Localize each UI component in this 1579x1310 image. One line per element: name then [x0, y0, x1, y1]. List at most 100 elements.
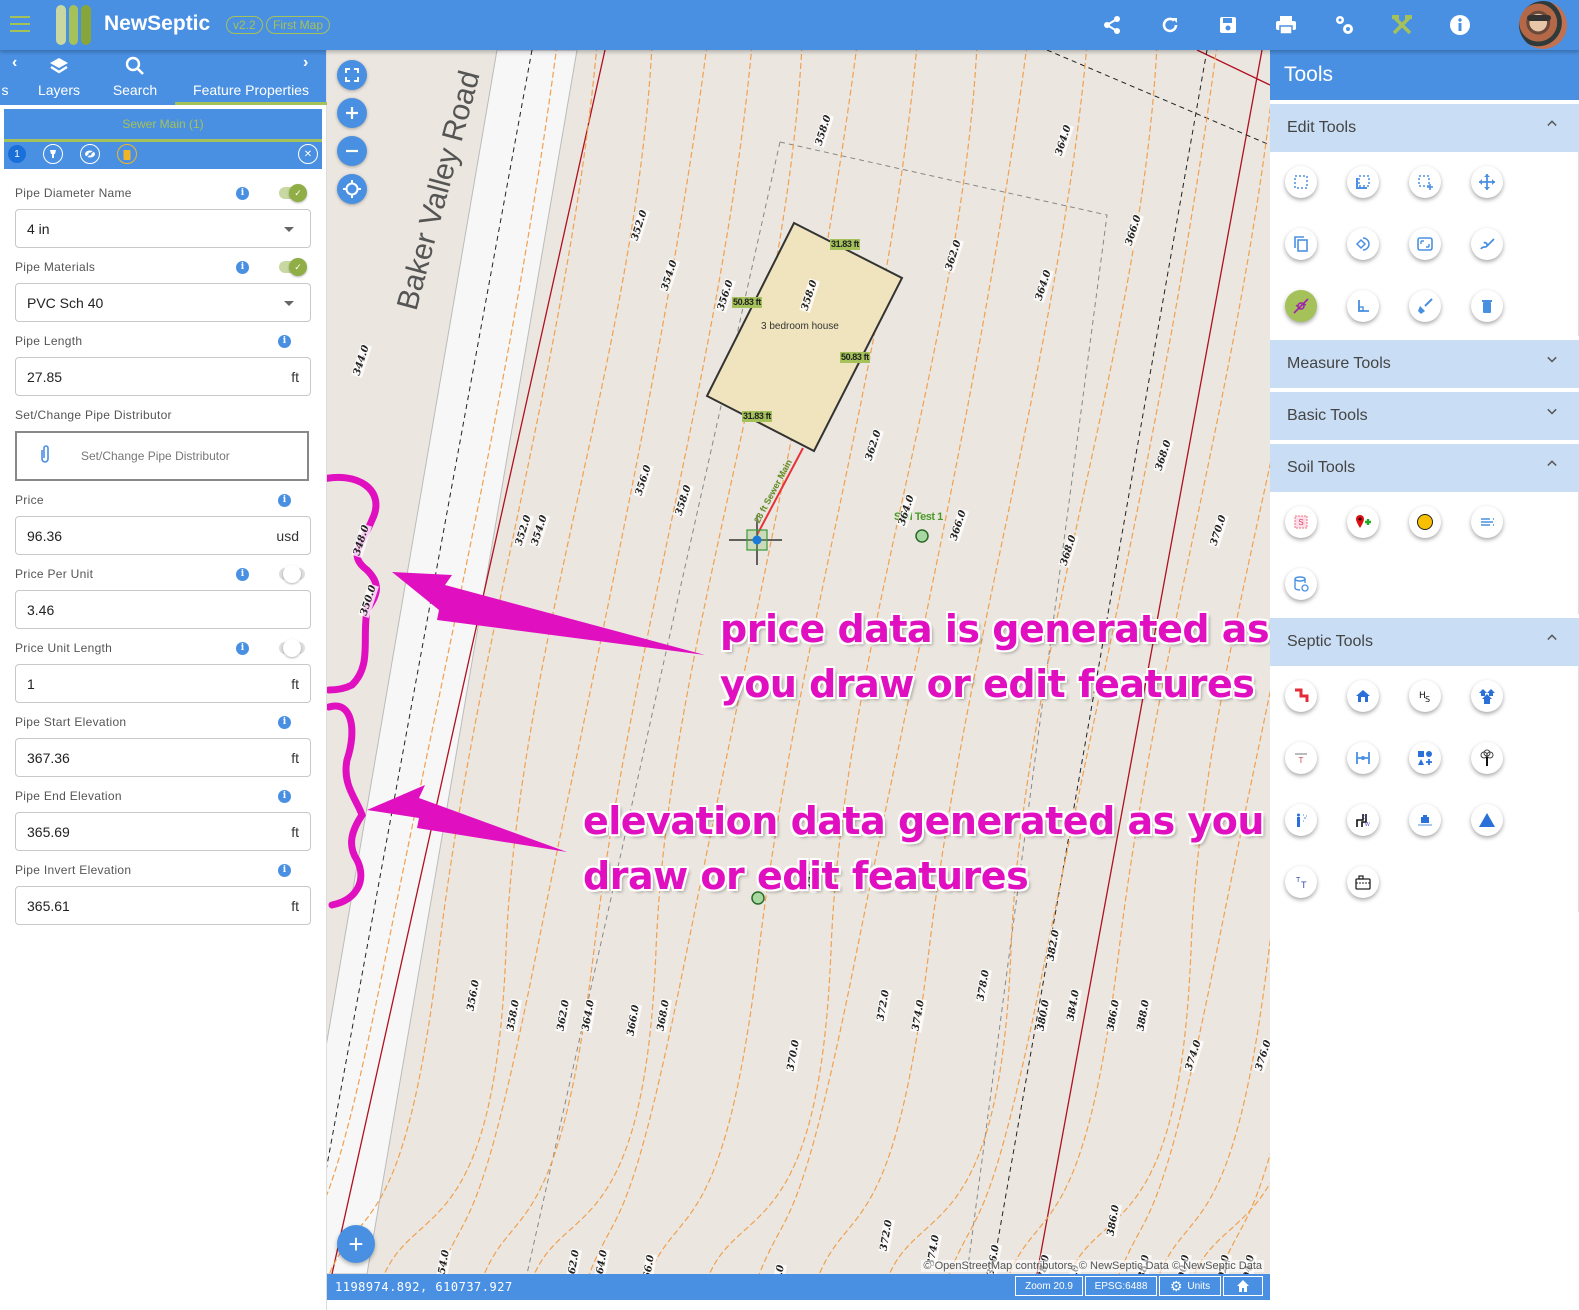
tab-partial[interactable]: s	[0, 50, 10, 105]
pipe-diameter-toggle[interactable]: ✓	[279, 184, 307, 202]
clean-water-tool-button[interactable]: CW	[1347, 804, 1379, 836]
tools-icon[interactable]	[1373, 0, 1431, 50]
distance-tool-button[interactable]	[1347, 742, 1379, 774]
pipe-invert-elevation-input[interactable]: 365.61 ft	[15, 886, 311, 925]
soil-database-tool-button[interactable]	[1285, 568, 1317, 600]
sprinkler-tool-button[interactable]	[1285, 804, 1317, 836]
units-button[interactable]: ⚙ Units	[1159, 1276, 1221, 1296]
pipe-start-elevation-input[interactable]: 367.36 ft	[15, 738, 311, 777]
info-icon[interactable]: i	[278, 863, 291, 877]
resize-tool-button[interactable]	[1409, 228, 1441, 260]
fullscreen-button[interactable]	[337, 60, 367, 90]
soil-area-tool-button[interactable]: S	[1285, 506, 1317, 538]
pipe-tool-button[interactable]	[1285, 680, 1317, 712]
tool-grid: S	[1270, 492, 1579, 614]
price-input[interactable]: 96.36 usd	[15, 516, 311, 555]
hs-tool-button[interactable]: HS	[1409, 680, 1441, 712]
settings-icon[interactable]	[1315, 0, 1373, 50]
right-angle-tool-button[interactable]	[1347, 290, 1379, 322]
info-icon[interactable]: i	[278, 334, 291, 348]
svg-text:W: W	[1365, 822, 1370, 828]
info-icon[interactable]: i	[236, 186, 249, 200]
add-select-tool-button[interactable]	[1409, 166, 1441, 198]
close-feature-icon[interactable]: ✕	[298, 144, 318, 164]
pipe-materials-select[interactable]: PVC Sch 40	[15, 283, 311, 322]
save-icon[interactable]	[1199, 0, 1257, 50]
map-canvas[interactable]: Baker Valley Road 3 bedroom house 31.83 …	[327, 50, 1270, 1274]
triangle-tool-button[interactable]	[1471, 804, 1503, 836]
tree-tool-button[interactable]	[1471, 742, 1503, 774]
paint-style-tool-button[interactable]	[1409, 290, 1441, 322]
split-line-tool-button[interactable]	[1285, 290, 1317, 322]
tabs-prev-arrow[interactable]: ‹	[12, 54, 17, 72]
select-box-tool-button[interactable]	[1285, 166, 1317, 198]
section-septic-tools[interactable]: Septic Tools	[1270, 618, 1579, 666]
tab-search[interactable]: Search	[106, 50, 164, 105]
price-unit-length-input[interactable]: 1 ft	[15, 664, 311, 703]
tab-feature-properties[interactable]: Feature Properties	[175, 50, 327, 105]
select-layer-tool-button[interactable]	[1347, 166, 1379, 198]
delete-tool-button[interactable]	[1471, 290, 1503, 322]
print-icon[interactable]	[1257, 0, 1315, 50]
chamber-tool-button[interactable]	[1347, 866, 1379, 898]
tank-tool-button[interactable]	[1409, 804, 1441, 836]
svg-text:T: T	[1301, 880, 1307, 890]
info-icon[interactable]: i	[236, 641, 249, 655]
epsg-button[interactable]: EPSG:6488	[1085, 1276, 1157, 1296]
zoom-in-button[interactable]	[337, 98, 367, 128]
soil-area-icon: S	[1294, 515, 1308, 529]
map-name-badge[interactable]: First Map	[266, 16, 331, 34]
info-icon[interactable]: i	[278, 789, 291, 803]
fullscreen-icon	[345, 68, 359, 82]
locate-button[interactable]	[337, 174, 367, 204]
zoom-level-button[interactable]: Zoom 20.9	[1015, 1276, 1083, 1296]
section-title: Septic Tools	[1287, 633, 1373, 650]
pipe-end-elevation-input[interactable]: 365.69 ft	[15, 812, 311, 851]
share-icon[interactable]	[1083, 0, 1141, 50]
map-attribution: © OpenStreetMap contributors. © NewSepti…	[921, 1260, 1264, 1272]
rotate-tool-button[interactable]	[1347, 228, 1379, 260]
home-icon	[1237, 1280, 1249, 1292]
delete-feature-icon[interactable]	[117, 144, 137, 164]
section-measure-tools[interactable]: Measure Tools	[1270, 340, 1579, 388]
pipe-diameter-select[interactable]: 4 in	[15, 209, 311, 248]
info-icon[interactable]	[1431, 0, 1489, 50]
price-unit-length-toggle[interactable]	[279, 639, 305, 657]
price-per-unit-toggle[interactable]	[279, 565, 305, 583]
house-tool-button[interactable]	[1347, 680, 1379, 712]
add-feature-button[interactable]: +	[337, 1225, 375, 1263]
add-marker-tool-button[interactable]	[1347, 506, 1379, 538]
home-button[interactable]	[1223, 1276, 1263, 1296]
text-tool-button[interactable]: TT	[1285, 866, 1317, 898]
shapes-tool-button[interactable]	[1409, 742, 1441, 774]
text-icon: TT	[1293, 874, 1309, 890]
multi-house-tool-button[interactable]	[1471, 680, 1503, 712]
edit-vertex-tool-button[interactable]	[1471, 228, 1503, 260]
price-per-unit-input[interactable]: 3.46	[15, 590, 311, 629]
hide-feature-icon[interactable]	[80, 144, 100, 164]
soil-list-tool-button[interactable]	[1471, 506, 1503, 538]
section-edit-tools[interactable]: Edit Tools	[1270, 104, 1579, 152]
section-soil-tools[interactable]: Soil Tools	[1270, 444, 1579, 492]
menu-icon[interactable]	[10, 16, 30, 32]
section-basic-tools[interactable]: Basic Tools	[1270, 392, 1579, 440]
pipe-materials-toggle[interactable]: ✓	[279, 258, 307, 276]
copy-tool-button[interactable]	[1285, 228, 1317, 260]
zoom-out-button[interactable]	[337, 136, 367, 166]
pipe-length-input[interactable]: 27.85 ft	[15, 357, 311, 396]
soil-circle-tool-button[interactable]	[1409, 506, 1441, 538]
info-icon[interactable]: i	[236, 567, 249, 581]
soil-database-icon	[1294, 576, 1309, 592]
info-icon[interactable]: i	[278, 715, 291, 729]
refresh-icon[interactable]	[1141, 0, 1199, 50]
info-icon[interactable]: i	[236, 260, 249, 274]
user-avatar[interactable]	[1519, 1, 1567, 49]
t-fitting-tool-button[interactable]: T	[1285, 742, 1317, 774]
move-tool-button[interactable]	[1471, 166, 1503, 198]
tab-layers[interactable]: Layers	[30, 50, 88, 105]
top-bar: NewSeptic v2.2 First Map	[0, 0, 1579, 50]
set-pipe-distributor-button[interactable]: Set/Change Pipe Distributor	[15, 431, 309, 481]
highlight-feature-icon[interactable]	[43, 144, 63, 164]
pipe-invert-elevation-label: Pipe Invert Elevation	[15, 863, 132, 877]
info-icon[interactable]: i	[278, 493, 291, 507]
